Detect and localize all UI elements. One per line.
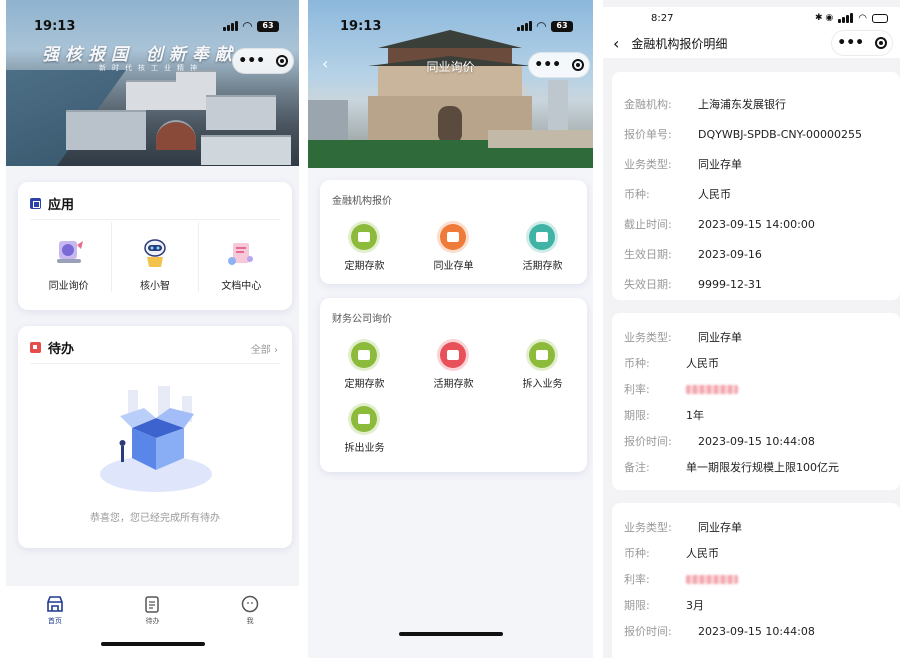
notification-icons: ✱ ◉ bbox=[815, 13, 834, 23]
item-demand-deposit[interactable]: 活期存款 bbox=[498, 221, 587, 272]
item-fixed-deposit[interactable]: 定期存款 bbox=[320, 339, 409, 390]
section-label: 财务公司询价 bbox=[332, 314, 392, 325]
app-label: 文档中心 bbox=[221, 281, 262, 292]
close-target-icon[interactable] bbox=[275, 55, 288, 67]
inquiry-screen: 19:13 ◠ 63 ‹ 同业询价 ••• 金融机构报价 定期存款 同业存单 活… bbox=[308, 0, 593, 658]
miniprogram-capsule[interactable]: ••• bbox=[232, 48, 294, 74]
finance-company-section: 财务公司询价 定期存款 活期存款 拆入业务 拆出业务 bbox=[320, 298, 587, 472]
more-dots-icon[interactable]: ••• bbox=[837, 35, 864, 51]
item-lending[interactable]: 拆出业务 bbox=[320, 403, 409, 454]
redacted-rate bbox=[686, 574, 738, 584]
close-target-icon[interactable] bbox=[874, 37, 887, 49]
tab-me[interactable]: 我 bbox=[220, 594, 280, 658]
status-time: 19:13 bbox=[340, 18, 382, 34]
signal-icon bbox=[516, 21, 532, 31]
empty-todo-text: 恭喜您，您已经完成所有待办 bbox=[90, 513, 220, 524]
clipboard-icon bbox=[145, 596, 160, 613]
wifi-icon: ◠ bbox=[242, 19, 252, 33]
battery-icon bbox=[872, 13, 888, 23]
signal-icon bbox=[838, 13, 854, 23]
institution-value: 上海浦东发展银行 bbox=[698, 98, 786, 111]
bottom-tabbar: 首页 待办 我 bbox=[6, 586, 299, 658]
certificate-icon bbox=[437, 221, 470, 253]
wifi-icon: ◠ bbox=[536, 19, 546, 33]
tab-todo[interactable]: 待办 bbox=[122, 594, 182, 658]
status-bar: 8:27 ✱ ◉ ◠ bbox=[603, 7, 900, 29]
miniprogram-capsule[interactable]: ••• bbox=[528, 52, 590, 78]
apps-title: 应用 bbox=[48, 198, 75, 213]
fixed-deposit-icon bbox=[348, 339, 381, 371]
section-label: 金融机构报价 bbox=[332, 196, 392, 207]
home-indicator bbox=[398, 632, 503, 636]
redacted-rate bbox=[686, 384, 738, 394]
miniprogram-capsule[interactable]: ••• bbox=[831, 30, 893, 56]
signal-icon bbox=[222, 21, 238, 31]
banner-slogan: 强核报国 创新奉献 bbox=[42, 45, 238, 65]
wifi-icon: ◠ bbox=[858, 12, 867, 24]
back-chevron-icon[interactable]: ‹ bbox=[613, 34, 619, 53]
status-time: 8:27 bbox=[651, 12, 674, 24]
screenshot-collage: 强核报国 创新奉献 新时代核工业精神 19:13 ◠ 63 ••• 应用 同业询… bbox=[0, 0, 900, 658]
battery-icon: 63 bbox=[257, 20, 279, 32]
home-screen: 强核报国 创新奉献 新时代核工业精神 19:13 ◠ 63 ••• 应用 同业询… bbox=[6, 0, 299, 658]
item-borrowing[interactable]: 拆入业务 bbox=[498, 339, 587, 390]
more-dots-icon[interactable]: ••• bbox=[534, 57, 561, 73]
document-center-icon bbox=[223, 237, 259, 271]
quote-item-card-2: 业务类型: 同业存单 币种: 人民币 利率: 期限: 3月 报价时间: 2023-09-… bbox=[612, 503, 900, 658]
todo-all-link[interactable]: 全部 › bbox=[251, 341, 278, 356]
app-tongye-inquiry[interactable]: 同业询价 bbox=[26, 222, 113, 292]
fixed-deposit-icon bbox=[348, 221, 381, 253]
inquiry-illustration-icon bbox=[51, 237, 87, 271]
app-he-xiaozhi[interactable]: 核小智 bbox=[112, 222, 199, 292]
chevron-right-icon: › bbox=[274, 345, 278, 356]
status-bar: 19:13 ◠ 63 bbox=[308, 16, 593, 36]
quote-no-value: DQYWBJ-SPDB-CNY-00000255 bbox=[698, 127, 862, 141]
home-store-icon bbox=[47, 596, 63, 612]
item-fixed-deposit[interactable]: 定期存款 bbox=[320, 221, 409, 272]
battery-icon: 63 bbox=[551, 20, 573, 32]
todo-square-icon bbox=[30, 342, 41, 353]
home-indicator bbox=[100, 642, 205, 646]
app-document-center[interactable]: 文档中心 bbox=[199, 222, 284, 292]
item-demand-deposit[interactable]: 活期存款 bbox=[409, 339, 498, 390]
bank-quote-section: 金融机构报价 定期存款 同业存单 活期存款 bbox=[320, 180, 587, 284]
apps-card: 应用 同业询价 核小智 文档中心 bbox=[18, 182, 292, 310]
card-icon bbox=[437, 339, 470, 371]
wallet-out-icon bbox=[348, 403, 381, 435]
app-label: 同业询价 bbox=[48, 281, 89, 292]
quote-item-card-1: 业务类型: 同业存单 币种: 人民币 利率: 期限: 1年 报价时间: 2023-09-… bbox=[612, 313, 900, 490]
todo-card: 待办 全部 › 恭喜您，您已经完成所有待办 bbox=[18, 326, 292, 548]
tab-home[interactable]: 首页 bbox=[25, 594, 85, 658]
app-label: 核小智 bbox=[139, 281, 170, 292]
todo-title: 待办 bbox=[48, 342, 75, 357]
more-dots-icon[interactable]: ••• bbox=[238, 53, 265, 69]
close-target-icon[interactable] bbox=[571, 59, 584, 71]
status-bar: 19:13 ◠ 63 bbox=[6, 16, 299, 36]
robot-assistant-icon bbox=[137, 237, 173, 271]
demand-deposit-icon bbox=[526, 221, 559, 253]
item-interbank-cd[interactable]: 同业存单 bbox=[409, 221, 498, 272]
wallet-icon bbox=[526, 339, 559, 371]
quote-header-card: 金融机构: 上海浦东发展银行 报价单号: DQYWBJ-SPDB-CNY-00000… bbox=[612, 72, 900, 300]
quote-detail-screen: 8:27 ✱ ◉ ◠ ‹ 金融机构报价明细 ••• 金融机构: 上海浦东发展银行 … bbox=[603, 0, 900, 658]
face-icon bbox=[241, 595, 259, 613]
banner-subslogan: 新时代核工业精神 bbox=[99, 64, 203, 72]
empty-box-illustration bbox=[98, 386, 214, 496]
apps-square-icon bbox=[30, 198, 41, 209]
status-time: 19:13 bbox=[34, 18, 76, 34]
page-title: 金融机构报价明细 bbox=[631, 36, 728, 51]
